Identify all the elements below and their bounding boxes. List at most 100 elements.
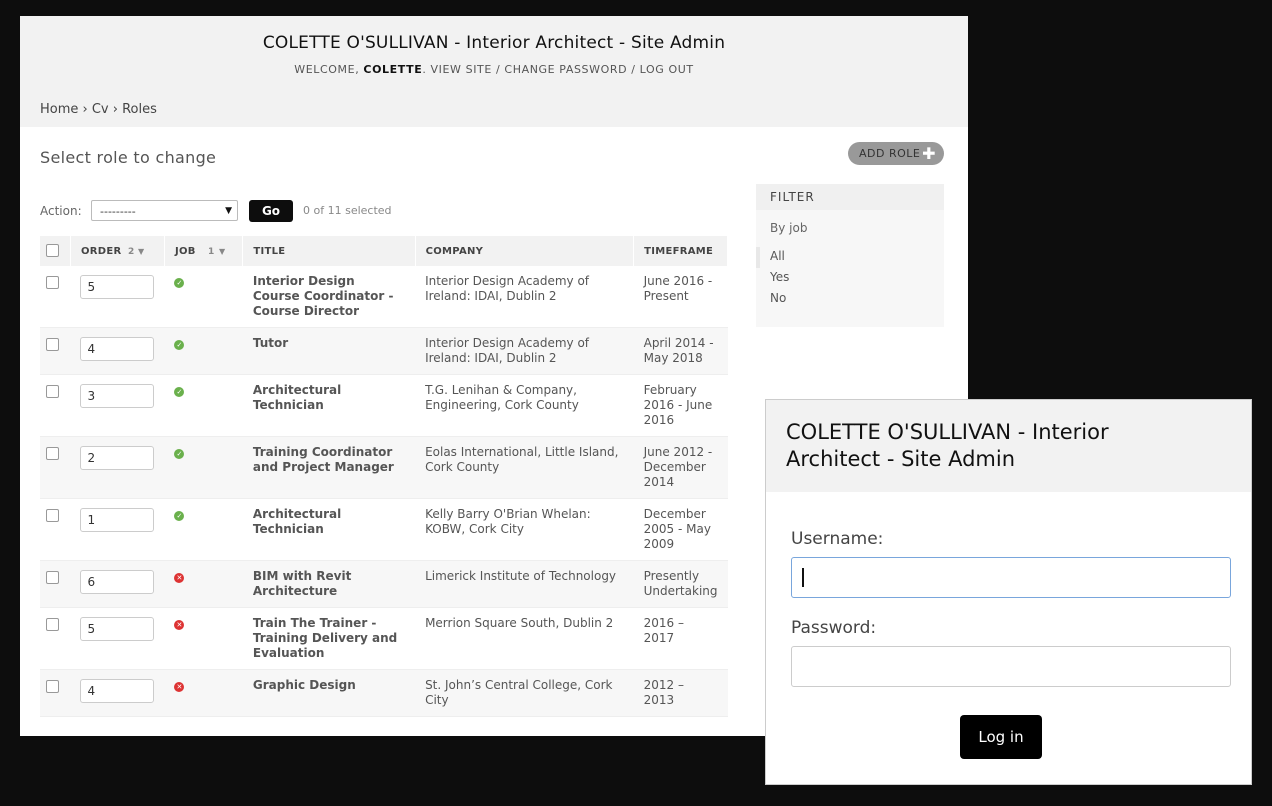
filter-selected-indicator: [756, 247, 760, 268]
row-select-cell: [40, 670, 70, 717]
breadcrumb-current: Roles: [122, 102, 157, 117]
row-checkbox[interactable]: [46, 338, 59, 351]
row-select-cell: [40, 608, 70, 670]
order-cell: 4: [70, 328, 164, 375]
order-input[interactable]: 1: [80, 508, 155, 532]
timeframe-cell: June 2016 - Present: [643, 274, 713, 303]
filter-panel: FILTER By job All Yes No: [756, 184, 944, 327]
order-input[interactable]: 5: [80, 275, 155, 299]
site-title: COLETTE O'SULLIVAN - Interior Architect …: [262, 33, 726, 53]
cross-icon: ✕: [174, 682, 185, 692]
user-tools: WELCOME, COLETTE. VIEW SITE / CHANGE PAS…: [20, 63, 968, 76]
timeframe-cell: June 2012 - December 2014: [643, 445, 713, 489]
row-select-cell: [40, 266, 70, 328]
order-input[interactable]: 4: [80, 337, 155, 361]
add-role-button[interactable]: ADD ROLE ✚: [848, 142, 944, 165]
row-checkbox[interactable]: [46, 680, 59, 693]
column-order-label: ORDER: [80, 245, 122, 257]
log-in-button[interactable]: Log in: [960, 715, 1042, 759]
check-icon: ✓: [174, 449, 185, 459]
timeframe-cell: Presently Undertaking: [643, 569, 718, 598]
results-table: ORDER 2 ▼ JOB 1 ▼ TITLE COMPANY TIMEFRAM…: [40, 236, 728, 717]
username-label: Username:: [791, 529, 884, 549]
order-input[interactable]: 3: [80, 384, 155, 408]
filter-option-all[interactable]: All: [770, 249, 785, 263]
job-cell: ✓: [164, 328, 242, 375]
row-select-cell: [40, 437, 70, 499]
title-link[interactable]: Interior Design Course Coordinator - Cou…: [243, 266, 415, 328]
breadcrumb: Home › Cv › Roles: [40, 102, 157, 117]
column-company[interactable]: COMPANY: [415, 236, 635, 266]
company-cell: Eolas International, Little Island, Cork…: [425, 445, 619, 474]
title-link[interactable]: Architectural Technician: [243, 375, 415, 437]
row-checkbox[interactable]: [46, 385, 59, 398]
row-checkbox[interactable]: [46, 447, 59, 460]
order-input[interactable]: 2: [80, 446, 155, 470]
row-checkbox[interactable]: [46, 618, 59, 631]
select-all-header: [40, 236, 71, 266]
sort-desc-icon[interactable]: ▼: [138, 247, 144, 256]
sep: /: [627, 63, 640, 76]
company-cell: T.G. Lenihan & Company, Engineering, Cor…: [425, 383, 579, 412]
order-cell: 1: [70, 499, 164, 561]
row-checkbox[interactable]: [46, 571, 59, 584]
company-cell: St. John’s Central College, Cork City: [425, 678, 613, 707]
username-input[interactable]: [791, 557, 1231, 598]
title-link[interactable]: Tutor: [243, 328, 415, 375]
row-select-cell: [40, 561, 70, 608]
order-sort-priority: 2: [127, 247, 135, 257]
login-title: COLETTE O'SULLIVAN - Interior Architect …: [786, 420, 1109, 471]
breadcrumb-cv[interactable]: Cv: [92, 102, 109, 117]
order-input[interactable]: 6: [80, 570, 155, 594]
table-row: 1 ✓ Architectural Technician Kelly Barry O'…: [40, 499, 728, 561]
sort-desc-icon[interactable]: ▼: [219, 247, 225, 256]
select-all-checkbox[interactable]: [46, 244, 59, 257]
selection-count: 0 of 11 selected: [303, 204, 392, 217]
password-input[interactable]: [791, 646, 1231, 687]
admin-header: COLETTE O'SULLIVAN - Interior Architect …: [20, 16, 968, 127]
cross-icon: ✕: [174, 620, 185, 630]
column-title[interactable]: TITLE: [242, 236, 416, 266]
table-row: 6 ✕ BIM with Revit Architecture Limerick In…: [40, 560, 728, 608]
filter-option-no[interactable]: No: [770, 291, 786, 305]
row-checkbox[interactable]: [46, 509, 59, 522]
company-cell: Kelly Barry O'Brian Whelan: KOBW, Cork C…: [425, 507, 591, 536]
breadcrumb-home[interactable]: Home: [40, 102, 78, 117]
company-cell: Merrion Square South, Dublin 2: [425, 616, 614, 630]
order-cell: 6: [70, 561, 164, 608]
filter-option-yes[interactable]: Yes: [770, 270, 789, 284]
cross-icon: ✕: [174, 573, 185, 583]
title-link[interactable]: Train The Trainer - Training Delivery an…: [243, 608, 415, 670]
breadcrumb-sep: ›: [78, 102, 92, 117]
company-cell: Interior Design Academy of Ireland: IDAI…: [425, 274, 590, 303]
company-cell: Limerick Institute of Technology: [425, 569, 617, 583]
timeframe-cell: April 2014 - May 2018: [643, 336, 714, 365]
title-link[interactable]: Graphic Design: [243, 670, 415, 717]
job-cell: ✓: [164, 499, 242, 561]
title-link[interactable]: Architectural Technician: [243, 499, 415, 561]
username: COLETTE: [363, 63, 423, 76]
order-input[interactable]: 4: [80, 679, 155, 703]
title-link[interactable]: BIM with Revit Architecture: [243, 561, 415, 608]
change-password-link[interactable]: CHANGE PASSWORD: [504, 63, 627, 76]
go-button[interactable]: Go: [249, 200, 293, 222]
password-label: Password:: [791, 618, 877, 638]
job-cell: ✓: [164, 437, 242, 499]
job-cell: ✓: [164, 375, 242, 437]
sep-dot: .: [422, 63, 431, 76]
view-site-link[interactable]: VIEW SITE: [431, 63, 492, 76]
order-input[interactable]: 5: [80, 617, 155, 641]
order-cell: 3: [70, 375, 164, 437]
row-checkbox[interactable]: [46, 276, 59, 289]
add-role-label: ADD ROLE: [859, 147, 921, 160]
action-select[interactable]: --------- ▼: [91, 200, 238, 221]
job-cell: ✕: [164, 561, 242, 608]
column-order[interactable]: ORDER 2 ▼: [70, 236, 165, 266]
timeframe-cell: February 2016 - June 2016: [643, 383, 713, 427]
log-out-link[interactable]: LOG OUT: [640, 63, 694, 76]
column-timeframe[interactable]: TIMEFRAME: [633, 236, 728, 266]
column-job[interactable]: JOB 1 ▼: [164, 236, 244, 266]
title-link[interactable]: Training Coordinator and Project Manager: [243, 437, 415, 499]
filter-header: FILTER: [756, 184, 944, 210]
welcome-text: WELCOME,: [294, 63, 364, 76]
